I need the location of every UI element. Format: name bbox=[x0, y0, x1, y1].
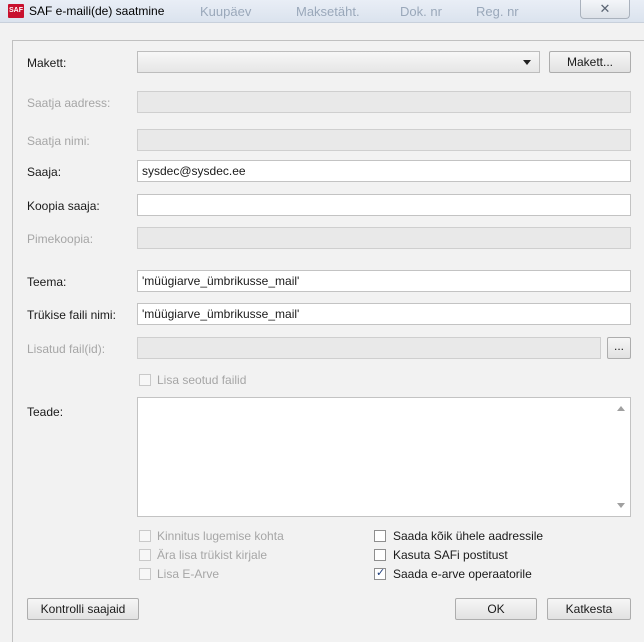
subject-field[interactable]: 'müügiarve_ümbrikusse_mail' bbox=[137, 270, 631, 292]
attachments-field bbox=[137, 337, 601, 359]
browse-attachments-button[interactable]: ... bbox=[607, 337, 631, 359]
close-button[interactable]: ✕ bbox=[580, 0, 630, 19]
sender-address-field bbox=[137, 91, 631, 113]
bcc-label: Pimekoopia: bbox=[27, 232, 94, 246]
message-textarea[interactable] bbox=[137, 397, 631, 517]
print-file-name-label: Trükise faili nimi: bbox=[27, 308, 116, 322]
bcc-field bbox=[137, 227, 631, 249]
scroll-up-icon[interactable] bbox=[617, 406, 625, 411]
use-saf-mail-checkbox[interactable] bbox=[374, 549, 386, 561]
add-einvoice-label: Lisa E-Arve bbox=[157, 567, 220, 581]
ok-button[interactable]: OK bbox=[455, 598, 537, 620]
background-text-3: Dok. nr bbox=[400, 4, 442, 19]
sender-name-label: Saatja nimi: bbox=[27, 134, 90, 148]
window-titlebar: Kuupäev Maksetäht. Dok. nr Reg. nr SAF S… bbox=[0, 0, 644, 23]
add-related-files-label: Lisa seotud failid bbox=[157, 373, 247, 387]
cc-field[interactable] bbox=[137, 194, 631, 216]
chevron-down-icon bbox=[523, 60, 531, 65]
sender-name-field bbox=[137, 129, 631, 151]
sender-address-label: Saatja aadress: bbox=[27, 96, 111, 110]
add-einvoice-checkbox[interactable] bbox=[139, 568, 151, 580]
background-text-4: Reg. nr bbox=[476, 4, 519, 19]
subject-label: Teema: bbox=[27, 275, 67, 289]
checkmark-icon: ✓ bbox=[376, 567, 386, 579]
send-all-one-address-label: Saada kõik ühele aadressile bbox=[393, 529, 544, 543]
cancel-button[interactable]: Katkesta bbox=[547, 598, 631, 620]
print-file-name-field[interactable]: 'müügiarve_ümbrikusse_mail' bbox=[137, 303, 631, 325]
saf-app-icon: SAF bbox=[8, 4, 24, 18]
template-button[interactable]: Makett... bbox=[549, 51, 631, 73]
template-label: Makett: bbox=[27, 56, 67, 70]
message-label: Teade: bbox=[27, 405, 64, 419]
background-text-2: Maksetäht. bbox=[296, 4, 360, 19]
send-einvoice-operators-checkbox[interactable]: ✓ bbox=[374, 567, 386, 580]
add-related-files-checkbox[interactable] bbox=[139, 374, 151, 386]
background-text-1: Kuupäev bbox=[200, 4, 252, 19]
recipient-field[interactable]: sysdec@sysdec.ee bbox=[137, 160, 631, 182]
use-saf-mail-label: Kasuta SAFi postitust bbox=[393, 548, 508, 562]
check-recipients-button[interactable]: Kontrolli saajaid bbox=[27, 598, 139, 620]
template-dropdown[interactable] bbox=[137, 51, 540, 73]
read-receipt-checkbox[interactable] bbox=[139, 530, 151, 542]
send-einvoice-operators-label: Saada e-arve operaatorile bbox=[393, 567, 532, 581]
recipient-label: Saaja: bbox=[27, 165, 62, 179]
read-receipt-label: Kinnitus lugemise kohta bbox=[157, 529, 284, 543]
window-title: SAF e-maili(de) saatmine bbox=[29, 4, 165, 18]
no-print-attachment-label: Ära lisa trükist kirjale bbox=[157, 548, 268, 562]
no-print-attachment-checkbox[interactable] bbox=[139, 549, 151, 561]
scroll-down-icon[interactable] bbox=[617, 503, 625, 508]
attachments-label: Lisatud fail(id): bbox=[27, 342, 106, 356]
send-all-one-address-checkbox[interactable] bbox=[374, 530, 386, 542]
cc-label: Koopia saaja: bbox=[27, 199, 100, 213]
